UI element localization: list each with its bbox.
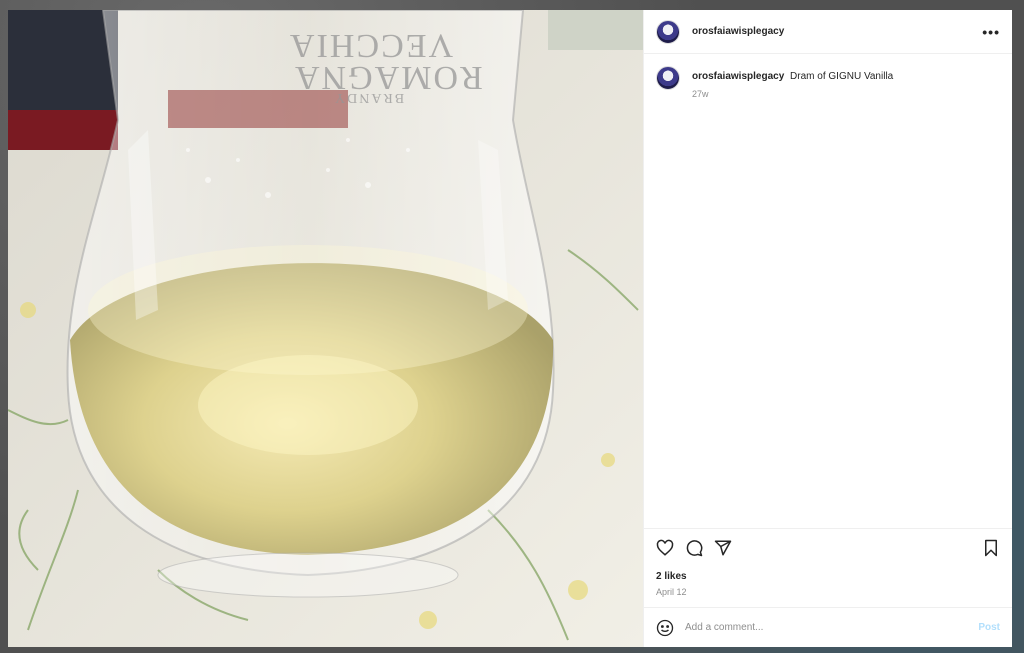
heart-icon[interactable] [656, 539, 674, 557]
glass-etching-line-2: ROMAGNA [293, 59, 483, 96]
post-modal: VECCHIA ROMAGNA BRANDY orosfaiawisplegac… [8, 10, 1012, 647]
comment-input[interactable] [685, 622, 979, 633]
caption-avatar[interactable] [656, 66, 680, 90]
post-comment-button[interactable]: Post [978, 622, 1000, 633]
author-username[interactable]: orosfaiawisplegacy [692, 26, 784, 37]
post-date[interactable]: April 12 [656, 587, 1000, 597]
caption-row: orosfaiawisplegacy Dram of GIGNU Vanilla… [656, 66, 1000, 99]
author-avatar[interactable] [656, 19, 680, 44]
more-options-icon[interactable]: ••• [982, 24, 1000, 40]
caption-body: orosfaiawisplegacy Dram of GIGNU Vanilla… [692, 66, 893, 99]
smiley-icon[interactable] [656, 619, 674, 637]
action-bar: 2 likes April 12 [644, 528, 1012, 607]
caption-text: orosfaiawisplegacy Dram of GIGNU Vanilla [692, 70, 893, 83]
paper-plane-icon[interactable] [714, 539, 732, 557]
like-count[interactable]: 2 likes [656, 571, 1000, 582]
bookmark-icon[interactable] [982, 539, 1000, 557]
action-icons [656, 537, 1000, 559]
post-header: orosfaiawisplegacy ••• [644, 10, 1012, 54]
post-side-panel: orosfaiawisplegacy ••• orosfaiawisplegac… [643, 10, 1012, 647]
caption-username[interactable]: orosfaiawisplegacy [692, 71, 784, 82]
comment-bubble-icon[interactable] [685, 539, 703, 557]
caption-age[interactable]: 27w [692, 89, 893, 99]
post-photo[interactable]: VECCHIA ROMAGNA BRANDY [8, 10, 643, 647]
glass-etching-line-1: VECCHIA [288, 27, 454, 64]
caption-content: Dram of GIGNU Vanilla [790, 71, 894, 82]
comments-section: orosfaiawisplegacy Dram of GIGNU Vanilla… [644, 54, 1012, 528]
glass-etching-line-3: BRANDY [333, 90, 405, 105]
whisky-glass-photo [8, 10, 643, 647]
add-comment-bar: Post [644, 607, 1012, 647]
